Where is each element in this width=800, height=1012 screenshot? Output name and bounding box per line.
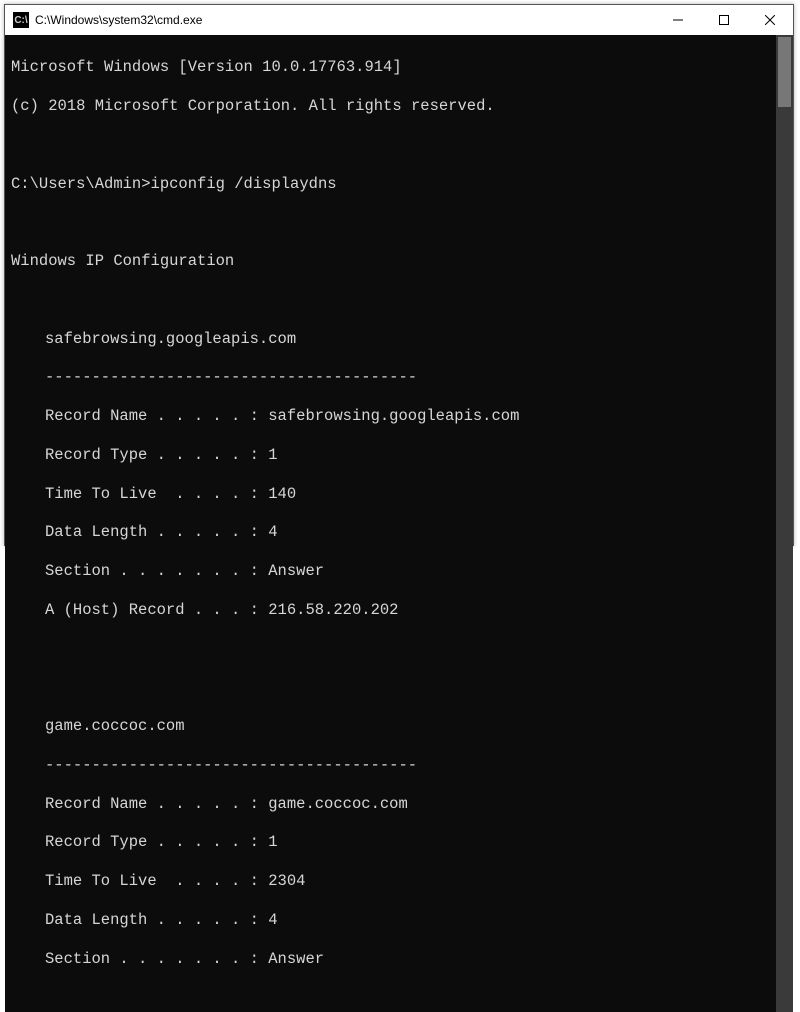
client-area: Microsoft Windows [Version 10.0.17763.91… xyxy=(5,35,793,1012)
terminal-output[interactable]: Microsoft Windows [Version 10.0.17763.91… xyxy=(5,35,776,1012)
dns-field: Section . . . . . . . : Answer xyxy=(45,562,776,581)
banner-line: (c) 2018 Microsoft Corporation. All righ… xyxy=(11,97,776,116)
prompt-line: C:\Users\Admin>ipconfig /displaydns xyxy=(11,175,776,194)
dns-field: Record Name . . . . . : game.coccoc.com xyxy=(45,795,776,814)
blank-line xyxy=(11,136,776,155)
cmd-window: C:\ C:\Windows\system32\cmd.exe Microsof… xyxy=(4,4,794,546)
dns-field: A (Host) Record . . . : 216.58.220.202 xyxy=(45,601,776,620)
dns-host: game.coccoc.com xyxy=(45,717,776,736)
minimize-button[interactable] xyxy=(655,5,701,35)
blank-line xyxy=(11,678,776,697)
dns-field: Time To Live . . . . : 140 xyxy=(45,485,776,504)
window-title: C:\Windows\system32\cmd.exe xyxy=(35,13,202,27)
titlebar[interactable]: C:\ C:\Windows\system32\cmd.exe xyxy=(5,5,793,35)
dns-field: Record Type . . . . . : 1 xyxy=(45,833,776,852)
dns-field: Data Length . . . . . : 4 xyxy=(45,523,776,542)
cmd-icon: C:\ xyxy=(13,12,29,28)
separator: ---------------------------------------- xyxy=(45,756,776,775)
dns-field: Record Name . . . . . : safebrowsing.goo… xyxy=(45,407,776,426)
dns-field: Record Type . . . . . : 1 xyxy=(45,446,776,465)
separator: ---------------------------------------- xyxy=(45,368,776,387)
vertical-scrollbar[interactable] xyxy=(776,35,793,1012)
close-button[interactable] xyxy=(747,5,793,35)
section-heading: Windows IP Configuration xyxy=(11,252,776,271)
blank-line xyxy=(11,640,776,659)
dns-field: Section . . . . . . . : Answer xyxy=(45,950,776,969)
blank-line xyxy=(11,291,776,310)
dns-field: Time To Live . . . . : 2304 xyxy=(45,872,776,891)
dns-host: safebrowsing.googleapis.com xyxy=(45,330,776,349)
blank-line xyxy=(11,213,776,232)
dns-field: Data Length . . . . . : 4 xyxy=(45,911,776,930)
scrollbar-thumb[interactable] xyxy=(778,37,791,107)
maximize-button[interactable] xyxy=(701,5,747,35)
banner-line: Microsoft Windows [Version 10.0.17763.91… xyxy=(11,58,776,77)
